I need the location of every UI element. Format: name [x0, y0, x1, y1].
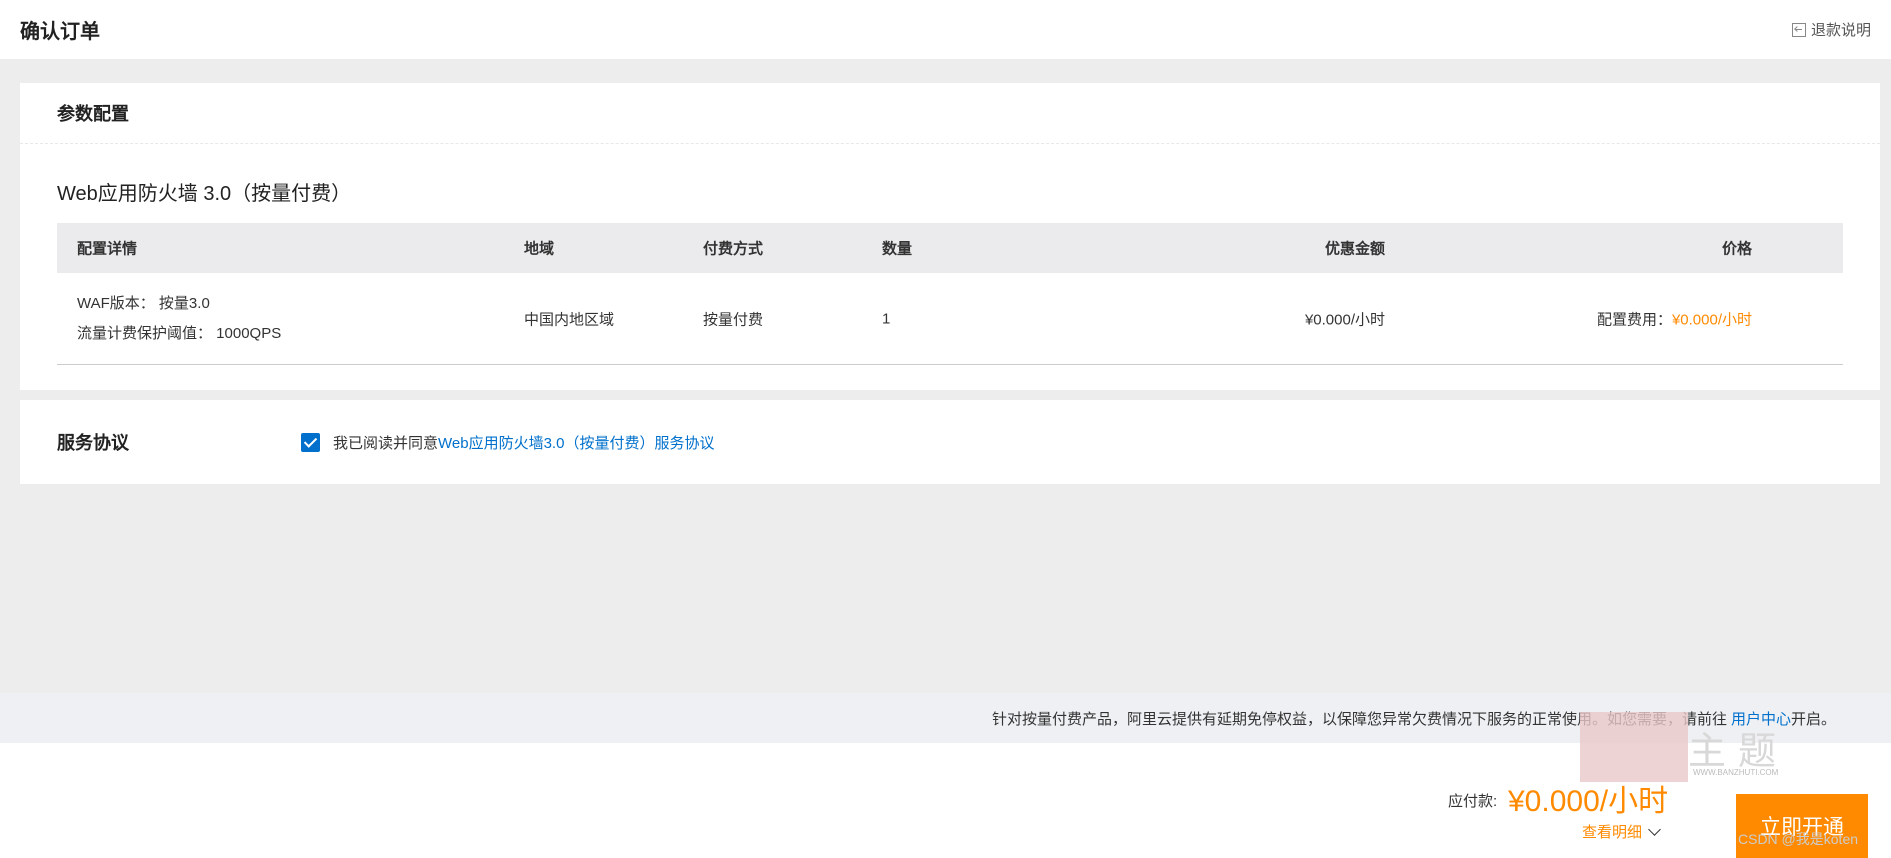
refund-icon	[1791, 22, 1806, 37]
table-header: 配置详情 地域 付费方式 数量 优惠金额 价格	[57, 223, 1843, 273]
agreement-title: 服务协议	[57, 433, 129, 453]
product-name: Web应用防火墙 3.0（按量付费）	[57, 183, 352, 205]
header-region: 地域	[524, 240, 555, 258]
detail-waf-version: WAF版本： 按量3.0	[77, 294, 210, 312]
row-price: 配置费用：¥0.000/小时	[1597, 308, 1752, 329]
watermark-text: 主题	[1688, 729, 1789, 773]
header-quantity: 数量	[882, 240, 913, 258]
detail-qps-threshold: 流量计费保护阈值： 1000QPS	[77, 324, 282, 342]
agreement-checkbox[interactable]	[301, 432, 320, 452]
row-detail: WAF版本： 按量3.0 流量计费保护阈值： 1000QPS	[77, 289, 281, 349]
watermark-logo	[1580, 712, 1688, 782]
payment-label: 应付款:	[1448, 793, 1498, 810]
agreement-card: 服务协议 我已阅读并同意Web应用防火墙3.0（按量付费）服务协议	[20, 400, 1880, 484]
header-price: 价格	[1721, 240, 1752, 258]
price-value: ¥0.000/小时	[1671, 311, 1752, 328]
agreement-text: 我已阅读并同意Web应用防火墙3.0（按量付费）服务协议	[333, 432, 714, 453]
header-detail: 配置详情	[77, 240, 138, 258]
chevron-down-icon	[1648, 822, 1661, 836]
row-discount: ¥0.000/小时	[1304, 311, 1385, 328]
params-card: 参数配置 Web应用防火墙 3.0（按量付费） 配置详情 地域 付费方式 数量 …	[20, 83, 1880, 390]
header-pay-type: 付费方式	[703, 240, 764, 258]
view-details-label: 查看明细	[1582, 824, 1643, 841]
notice-suffix: 开启。	[1790, 710, 1836, 728]
page-header: 确认订单 退款说明	[0, 0, 1891, 59]
header-discount: 优惠金额	[1324, 240, 1385, 258]
payment-amount: ¥0.000/小时	[1508, 785, 1669, 818]
params-title: 参数配置	[20, 83, 1880, 144]
row-region: 中国内地区域	[524, 311, 615, 328]
csdn-watermark: CSDN @我是koten	[1738, 831, 1859, 847]
price-label: 配置费用：	[1596, 311, 1672, 328]
config-table: 配置详情 地域 付费方式 数量 优惠金额 价格 WAF版本： 按量3.0 流量计…	[57, 223, 1843, 365]
row-quantity: 1	[882, 310, 891, 327]
watermark-url: WWW.BANZHUTI.COM	[1693, 768, 1779, 777]
table-row: WAF版本： 按量3.0 流量计费保护阈值： 1000QPS 中国内地区域 按量…	[57, 273, 1843, 365]
view-details-link[interactable]: 查看明细	[1582, 821, 1661, 842]
agreement-prefix: 我已阅读并同意	[333, 434, 439, 452]
refund-info-link[interactable]: 退款说明	[1791, 19, 1871, 40]
refund-label: 退款说明	[1810, 22, 1871, 39]
page-title: 确认订单	[20, 21, 100, 43]
row-pay-type: 按量付费	[703, 311, 764, 328]
agreement-link[interactable]: Web应用防火墙3.0（按量付费）服务协议	[438, 435, 714, 452]
